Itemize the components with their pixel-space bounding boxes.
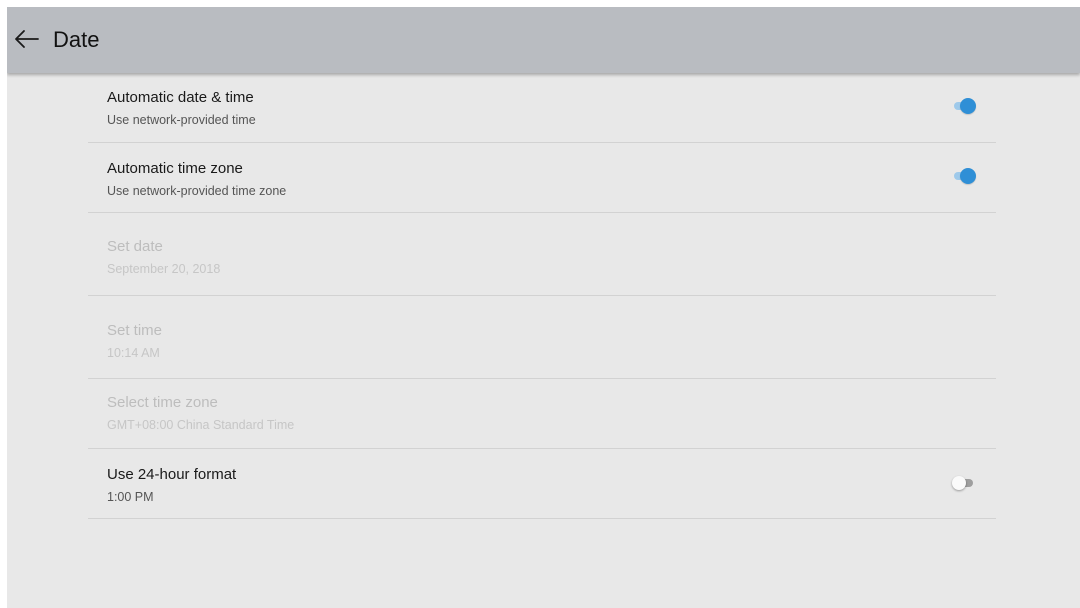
use-24-hour-format-row[interactable]: Use 24-hour format 1:00 PM: [88, 449, 996, 519]
app-bar: Date: [7, 7, 1080, 73]
automatic-date-time-row[interactable]: Automatic date & time Use network-provid…: [88, 73, 996, 143]
automatic-time-zone-row[interactable]: Automatic time zone Use network-provided…: [88, 143, 996, 213]
use-24-hour-format-switch[interactable]: [952, 475, 974, 491]
automatic-time-zone-summary: Use network-provided time zone: [107, 184, 287, 198]
switch-thumb: [960, 98, 976, 114]
settings-screen: Date Automatic date & time Use network-p…: [7, 7, 1080, 608]
set-date-title: Set date: [107, 238, 163, 255]
set-date-row: Set date September 20, 2018: [88, 213, 996, 296]
select-time-zone-title: Select time zone: [107, 394, 218, 411]
switch-thumb: [960, 168, 976, 184]
page-title: Date: [53, 27, 100, 52]
select-time-zone-row: Select time zone GMT+08:00 China Standar…: [88, 379, 996, 449]
automatic-time-zone-title: Automatic time zone: [107, 160, 243, 177]
use-24-hour-format-summary: 1:00 PM: [107, 490, 154, 504]
back-button[interactable]: [11, 25, 43, 53]
settings-list: Automatic date & time Use network-provid…: [88, 73, 996, 519]
set-time-summary: 10:14 AM: [107, 346, 160, 360]
set-time-title: Set time: [107, 322, 163, 339]
switch-thumb: [952, 476, 966, 490]
automatic-date-time-summary: Use network-provided time: [107, 113, 256, 127]
set-date-summary: September 20, 2018: [107, 262, 221, 276]
automatic-time-zone-switch[interactable]: [952, 168, 976, 184]
select-time-zone-summary: GMT+08:00 China Standard Time: [107, 418, 295, 432]
arrow-left-icon: [15, 30, 39, 48]
automatic-date-time-switch[interactable]: [952, 98, 976, 114]
set-time-row: Set time 10:14 AM: [88, 296, 996, 379]
use-24-hour-format-title: Use 24-hour format: [107, 466, 237, 483]
automatic-date-time-title: Automatic date & time: [107, 89, 254, 106]
